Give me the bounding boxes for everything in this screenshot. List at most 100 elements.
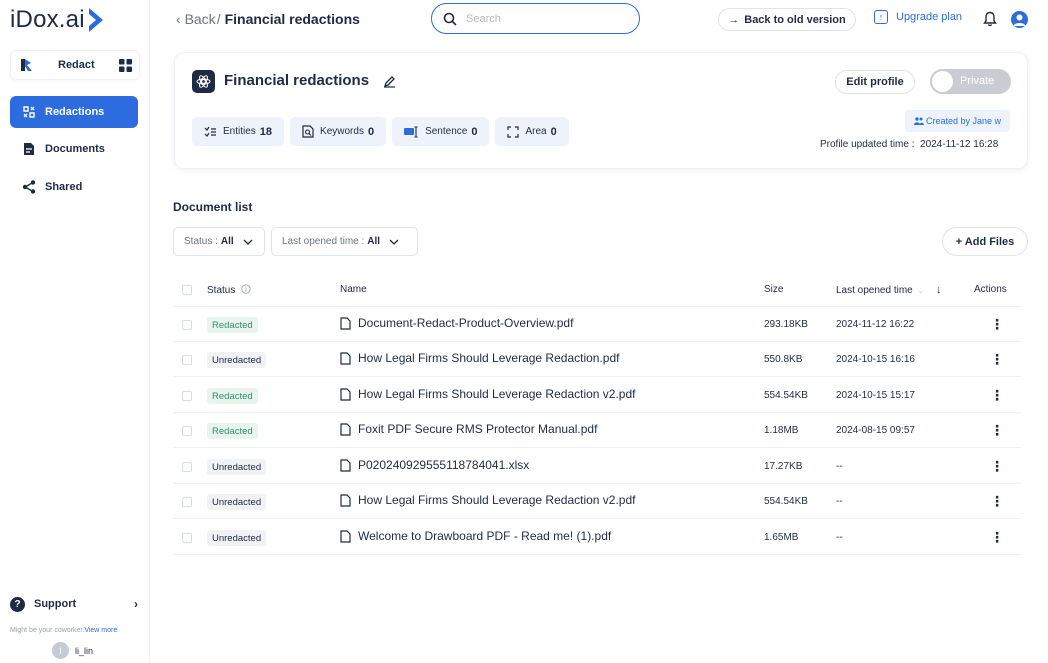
file-name: How Legal Firms Should Leverage Redactio… xyxy=(358,493,636,507)
status-badge: Unredacted xyxy=(207,352,267,368)
more-actions-icon[interactable]: ⋮ xyxy=(990,317,1004,331)
created-by-text: Created by Jane w xyxy=(925,116,1002,126)
edit-profile-button[interactable]: Edit profile xyxy=(835,70,915,94)
row-checkbox[interactable] xyxy=(182,320,192,330)
more-actions-icon[interactable]: ⋮ xyxy=(990,352,1004,366)
logo-text: iDox.ai xyxy=(10,6,85,33)
updated-label: Profile updated time : xyxy=(820,139,915,150)
profile-title: Financial redactions xyxy=(224,72,370,89)
file-icon xyxy=(340,529,351,543)
status-badge: Redacted xyxy=(207,388,258,404)
coworker-hint: Might be your coworker.View more xyxy=(10,627,117,634)
file-name-cell[interactable]: Welcome to Drawboard PDF - Read me! (1).… xyxy=(340,529,611,543)
select-all-checkbox[interactable] xyxy=(182,285,192,295)
upgrade-label: Upgrade plan xyxy=(896,11,963,23)
table-row[interactable]: Unredacted P020240929555118784041.xlsx 1… xyxy=(173,449,1021,484)
sidebar-item-documents[interactable]: Documents xyxy=(10,133,138,165)
sort-desc-icon[interactable]: ↓ xyxy=(936,284,942,296)
bell-icon[interactable] xyxy=(983,11,997,27)
redactions-icon xyxy=(21,104,37,120)
row-checkbox[interactable] xyxy=(182,426,192,436)
back-to-old-version-button[interactable]: → Back to old version xyxy=(718,8,856,31)
user-avatar-icon[interactable] xyxy=(1011,11,1028,28)
row-checkbox[interactable] xyxy=(182,533,192,543)
privacy-toggle[interactable]: Private xyxy=(930,69,1011,94)
status-badge: Redacted xyxy=(207,317,258,333)
column-last-opened[interactable]: Last opened time ⌄ ↓ xyxy=(836,284,941,296)
column-size[interactable]: Size xyxy=(764,284,783,295)
sidebar-item-redactions[interactable]: Redactions xyxy=(10,96,138,128)
filter-label: Status : xyxy=(184,236,218,247)
status-badge: Redacted xyxy=(207,423,258,439)
sidebar: iDox.ai Redact Redactions Documents Shar… xyxy=(0,0,150,663)
more-actions-icon[interactable]: ⋮ xyxy=(990,494,1004,508)
last-opened-filter[interactable]: Last opened time : All xyxy=(271,227,418,256)
chevron-down-icon xyxy=(389,239,399,245)
column-name[interactable]: Name xyxy=(340,284,367,295)
filter-value: All xyxy=(220,236,234,247)
chip-label: Entities xyxy=(223,126,256,137)
updated-value: 2024-11-12 16:28 xyxy=(920,139,999,150)
logo[interactable]: iDox.ai xyxy=(10,6,105,34)
view-more-link[interactable]: View more xyxy=(84,627,117,634)
table-row[interactable]: Unredacted Welcome to Drawboard PDF - Re… xyxy=(173,520,1021,555)
chip-area[interactable]: Area 0 xyxy=(495,117,569,146)
profile-card: Financial redactions Edit profile Privat… xyxy=(174,52,1028,169)
table-row[interactable]: Unredacted How Legal Firms Should Levera… xyxy=(173,342,1021,377)
app-name: Redact xyxy=(58,59,95,71)
breadcrumb: ‹ Back / Financial redactions xyxy=(176,11,360,27)
keywords-icon xyxy=(302,125,314,138)
row-checkbox[interactable] xyxy=(182,391,192,401)
sidebar-item-shared[interactable]: Shared xyxy=(10,171,138,203)
more-actions-icon[interactable]: ⋮ xyxy=(990,459,1004,473)
upgrade-plan-link[interactable]: ↑ Upgrade plan xyxy=(874,10,962,24)
app-switcher[interactable]: Redact xyxy=(10,50,140,80)
support-link[interactable]: ? Support › xyxy=(10,594,140,614)
row-checkbox[interactable] xyxy=(182,462,192,472)
file-name-cell[interactable]: Foxit PDF Secure RMS Protector Manual.pd… xyxy=(340,422,597,436)
status-badge: Unredacted xyxy=(207,494,267,510)
chip-entities[interactable]: Entities 18 xyxy=(192,117,285,146)
back-link[interactable]: ‹ Back xyxy=(176,11,216,27)
last-opened: 2024-10-15 16:16 xyxy=(836,354,915,365)
row-checkbox[interactable] xyxy=(182,355,192,365)
file-name: Document-Redact-Product-Overview.pdf xyxy=(358,316,574,330)
chip-sentence[interactable]: Sentence 0 xyxy=(392,117,490,146)
file-name-cell[interactable]: Document-Redact-Product-Overview.pdf xyxy=(340,316,573,330)
table-row[interactable]: Redacted Document-Redact-Product-Overvie… xyxy=(173,307,1021,342)
last-opened: -- xyxy=(836,496,843,507)
more-actions-icon[interactable]: ⋮ xyxy=(990,388,1004,402)
table-row[interactable]: Redacted How Legal Firms Should Leverage… xyxy=(173,378,1021,413)
chip-keywords[interactable]: Keywords 0 xyxy=(290,117,387,146)
user-profile[interactable]: l li_lin xyxy=(52,642,93,659)
filter-value: All xyxy=(367,236,381,247)
apps-grid-icon xyxy=(119,59,132,72)
info-icon xyxy=(241,284,251,294)
add-files-button[interactable]: + Add Files xyxy=(942,227,1028,256)
file-icon xyxy=(340,458,351,472)
row-checkbox[interactable] xyxy=(182,497,192,507)
table-row[interactable]: Unredacted How Legal Firms Should Levera… xyxy=(173,484,1021,519)
more-actions-icon[interactable]: ⋮ xyxy=(990,423,1004,437)
status-filter[interactable]: Status : All xyxy=(173,227,265,256)
file-name-cell[interactable]: How Legal Firms Should Leverage Redactio… xyxy=(340,493,636,507)
file-name-cell[interactable]: How Legal Firms Should Leverage Redactio… xyxy=(340,387,636,401)
help-icon: ? xyxy=(10,596,25,612)
edit-name-icon[interactable] xyxy=(383,75,396,88)
column-status[interactable]: Status xyxy=(207,284,251,296)
created-by-badge: Created by Jane w xyxy=(905,110,1010,132)
file-name: P020240929555118784041.xlsx xyxy=(358,458,530,472)
file-name-cell[interactable]: How Legal Firms Should Leverage Redactio… xyxy=(340,351,619,365)
search-input[interactable] xyxy=(466,12,626,25)
table-row[interactable]: Redacted Foxit PDF Secure RMS Protector … xyxy=(173,413,1021,448)
user-avatar: l xyxy=(52,642,69,659)
search-box[interactable] xyxy=(431,3,640,34)
privacy-label: Private xyxy=(960,75,995,87)
chevron-down-icon: ⌄ xyxy=(917,286,925,295)
sentence-icon xyxy=(404,125,419,138)
chip-count: 0 xyxy=(550,125,557,138)
last-opened: 2024-08-15 09:57 xyxy=(836,425,915,436)
more-actions-icon[interactable]: ⋮ xyxy=(990,530,1004,544)
chevron-down-icon xyxy=(243,239,253,245)
file-name-cell[interactable]: P020240929555118784041.xlsx xyxy=(340,458,529,472)
